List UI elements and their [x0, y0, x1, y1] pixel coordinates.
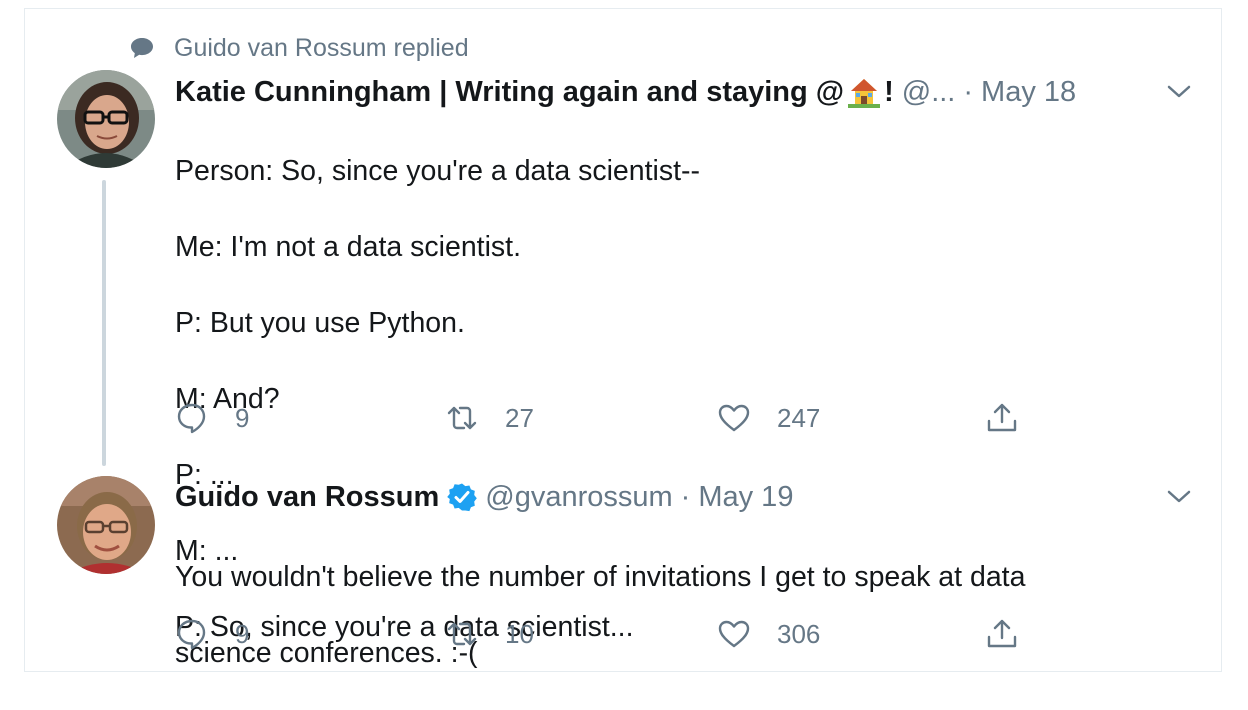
display-name[interactable]: Katie Cunningham | Writing again and sta…: [175, 76, 844, 109]
share-icon: [987, 403, 1017, 432]
tweet-header: Katie Cunningham | Writing again and sta…: [175, 72, 1076, 112]
like-button[interactable]: 247: [717, 398, 820, 438]
like-button[interactable]: 306: [717, 614, 820, 654]
timestamp[interactable]: May 19: [698, 481, 793, 514]
thread-connector: [102, 180, 106, 466]
retweet-icon: [447, 406, 477, 430]
avatar-katie[interactable]: [57, 70, 155, 168]
reply-button[interactable]: 9: [175, 398, 249, 438]
tweet-actions: 9 10 306: [175, 614, 1055, 654]
social-context-text: Guido van Rossum replied: [174, 33, 469, 62]
name-suffix: !: [884, 75, 894, 108]
avatar-guido[interactable]: [57, 476, 155, 574]
display-name[interactable]: Guido van Rossum: [175, 481, 439, 514]
share-button[interactable]: [985, 398, 1019, 438]
reply-icon: [177, 403, 206, 434]
heart-icon: [718, 404, 750, 432]
chevron-down-icon[interactable]: [1166, 82, 1192, 102]
retweet-icon: [447, 622, 477, 646]
timestamp[interactable]: May 18: [981, 76, 1076, 109]
share-button[interactable]: [985, 614, 1019, 654]
heart-icon: [718, 620, 750, 648]
avatar-image: [57, 70, 155, 168]
tweet-line: Person: So, since you're a data scientis…: [175, 155, 701, 187]
share-icon: [987, 619, 1017, 648]
retweet-count: 10: [505, 618, 534, 649]
reply-count: 9: [235, 402, 250, 433]
tweet-actions: 9 27 247: [175, 398, 1055, 438]
tweet-header: Guido van Rossum @gvanrossum · May 19: [175, 477, 793, 517]
verified-badge-icon: [447, 483, 478, 512]
like-count: 247: [777, 402, 821, 433]
chevron-down-icon[interactable]: [1166, 487, 1192, 507]
handle[interactable]: @gvanrossum: [485, 481, 672, 514]
avatar-image: [57, 476, 155, 574]
tweet-line: Me: I'm not a data scientist.: [175, 231, 522, 263]
retweet-count: 27: [505, 402, 534, 433]
handle[interactable]: @...: [902, 76, 956, 109]
retweet-button[interactable]: 27: [445, 398, 534, 438]
tweet-line: P: But you use Python.: [175, 307, 465, 339]
separator-dot: ·: [963, 75, 974, 108]
reply-button[interactable]: 9: [175, 614, 249, 654]
reply-count: 9: [235, 618, 250, 649]
separator-dot: ·: [680, 480, 691, 513]
social-context: Guido van Rossum replied: [130, 34, 469, 62]
reply-icon: [177, 619, 206, 650]
house-emoji-icon: [848, 79, 881, 108]
retweet-button[interactable]: 10: [445, 614, 534, 654]
speech-bubble-icon: [131, 38, 153, 58]
tweet-line: You wouldn't believe the number of invit…: [175, 561, 1026, 593]
like-count: 306: [777, 618, 821, 649]
